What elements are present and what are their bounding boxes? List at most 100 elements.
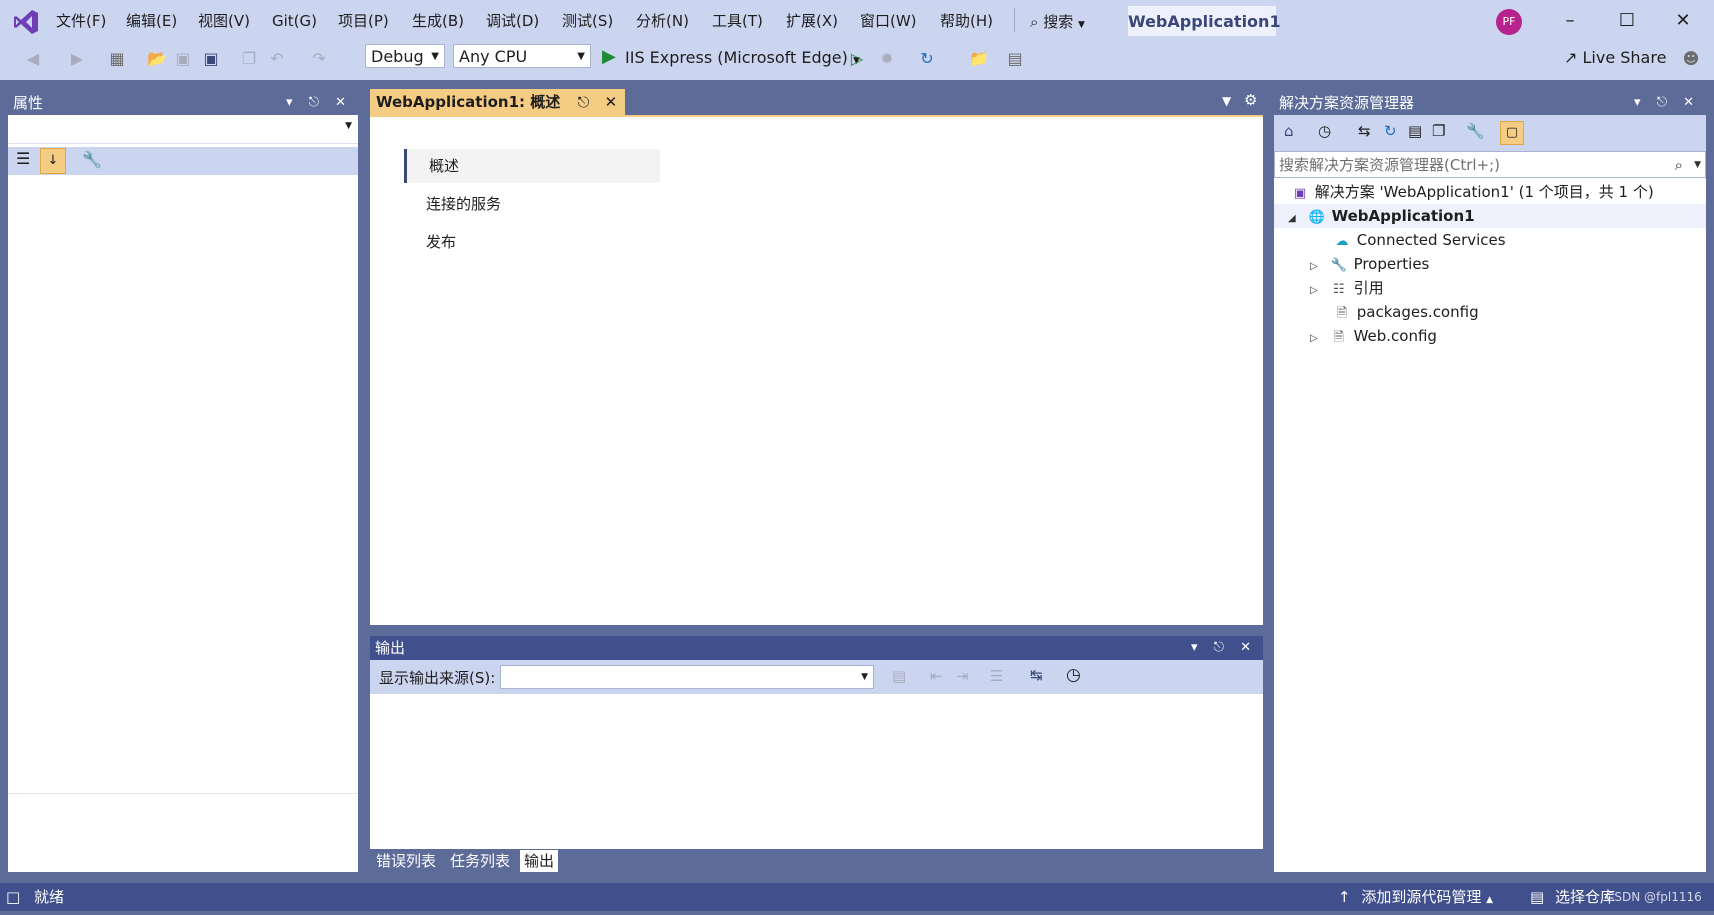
share-icon: ↗ [1564,48,1578,67]
minimize-button[interactable]: – [1555,8,1585,34]
show-all-files-icon[interactable]: ❐ [1432,122,1445,140]
tab-error-list[interactable]: 错误列表 [372,850,440,872]
solution-platform-dropdown[interactable]: Any CPU ▼ [453,44,591,68]
collapsed-arrow-icon[interactable]: ▷ [1310,327,1324,351]
chevron-down-icon: ▼ [1694,160,1701,170]
property-pages-icon[interactable]: 🔧 [82,150,102,169]
output-header: 输出 ▾ ⎋ ✕ [370,636,1263,660]
expanded-arrow-icon[interactable]: ◢ [1288,207,1302,231]
gear-icon[interactable]: ⚙ [1244,91,1257,109]
collapse-all-icon[interactable]: ▤ [1408,122,1422,140]
add-source-control-button[interactable]: ↑ 添加到源代码管理 ▲ [1338,883,1493,915]
avatar[interactable]: PF [1496,9,1522,35]
document-tab-label: WebApplication1: 概述 [376,93,561,111]
menu-tools[interactable]: 工具(T) [710,0,765,40]
clear-all-icon[interactable]: ☰ [990,667,1003,685]
solution-explorer-search-input[interactable]: 搜索解决方案资源管理器(Ctrl+;) ⌕ ▼ [1274,151,1706,178]
clock-icon[interactable]: ◷ [1066,665,1081,685]
tree-item-references[interactable]: ▷ ☷ 引用 [1310,276,1384,300]
tab-output[interactable]: 输出 [520,850,559,872]
find-message-icon[interactable]: ▤ [892,667,906,685]
refresh-icon[interactable]: ↻ [916,48,938,70]
output-text-area[interactable] [370,694,1263,849]
copy-icon[interactable]: ❐ [238,48,260,70]
menu-help[interactable]: 帮助(H) [938,0,995,40]
window-layout-icon[interactable]: ▤ [1004,48,1026,70]
menu-git[interactable]: Git(G) [270,0,319,40]
word-wrap-icon[interactable]: ↹ [1030,666,1043,684]
categorized-icon[interactable]: ☰ [16,149,30,168]
next-message-icon[interactable]: ⇥ [956,667,969,685]
tree-item-web-config[interactable]: ▷ 🗎 Web.config [1310,324,1437,348]
watermark-text: CSDN @fpl1116 [1606,890,1702,904]
save-all-icon[interactable]: ▣ [200,48,222,70]
redo-icon[interactable]: ↷ [308,48,330,70]
live-share-button[interactable]: ↗ Live Share [1564,44,1666,70]
start-without-debugging-icon[interactable]: ▷ [846,48,868,70]
nav-item-overview[interactable]: 概述 [404,149,660,183]
pin-icon[interactable]: ⎋ [578,93,590,111]
tab-overflow-icon[interactable]: ▼ [1222,94,1231,108]
tree-item-project[interactable]: ◢ 🌐 WebApplication1 [1274,204,1706,228]
menu-file[interactable]: 文件(F) [54,0,108,40]
undo-icon[interactable]: ↶ [266,48,288,70]
feedback-icon[interactable]: ☻ [1680,48,1702,70]
menu-extensions[interactable]: 扩展(X) [784,0,840,40]
alphabetical-icon[interactable]: ↓ [40,148,66,174]
save-icon[interactable]: ▣ [172,48,194,70]
menu-window[interactable]: 窗口(W) [858,0,919,40]
chevron-down-icon: ▼ [861,672,868,682]
panel-controls[interactable]: ▾ ⎋ ✕ [1634,91,1700,115]
output-source-dropdown[interactable]: ▼ [500,665,874,689]
arrow-up-icon: ↑ [1338,888,1351,906]
references-icon: ☷ [1332,282,1345,297]
solution-configuration-dropdown[interactable]: Debug ▼ [365,44,445,68]
preview-selected-icon[interactable]: ▢ [1500,121,1524,145]
panel-controls[interactable]: ▾ ⎋ ✕ [286,91,352,115]
add-source-control-label: 添加到源代码管理 [1361,888,1482,906]
home-icon[interactable]: ⌂ [1284,122,1294,140]
new-project-icon[interactable]: ▦ [106,48,128,70]
hot-reload-icon[interactable]: ✹ [876,48,898,70]
status-bar: □ 就绪 ↑ 添加到源代码管理 ▲ ▤ 选择仓库 CSDN @fpl1116 [0,883,1714,911]
panel-controls[interactable]: ▾ ⎋ ✕ [1191,636,1257,660]
tree-item-properties[interactable]: ▷ 🔧 Properties [1310,252,1429,276]
close-window-button[interactable]: ✕ [1668,8,1698,34]
tab-task-list[interactable]: 任务列表 [446,850,514,872]
pending-changes-icon[interactable]: ◷ [1318,122,1331,140]
properties-header: 属性 ▾ ⎋ ✕ [8,91,358,115]
open-folder-icon[interactable]: 📂 [146,48,168,70]
platform-value: Any CPU [459,47,528,66]
select-repository-button[interactable]: ▤ 选择仓库 [1530,883,1615,912]
collapsed-arrow-icon[interactable]: ▷ [1310,279,1324,303]
start-debugging-icon[interactable]: ▶ [602,46,616,67]
output-toolbar: 显示输出来源(S): ▼ ▤ ⇤ ⇥ ☰ ↹ ◷ [370,660,1263,694]
back-icon[interactable]: ◀ [22,48,44,70]
maximize-button[interactable]: ☐ [1612,8,1642,34]
menu-build[interactable]: 生成(B) [410,0,466,40]
menu-project[interactable]: 项目(P) [336,0,391,40]
refresh-icon[interactable]: ↻ [1384,122,1397,140]
nav-item-connected-services[interactable]: 连接的服务 [404,187,660,221]
menu-analyze[interactable]: 分析(N) [634,0,691,40]
nav-item-publish[interactable]: 发布 [404,225,660,259]
properties-icon[interactable]: 🔧 [1466,122,1485,140]
tree-item-connected-services[interactable]: ☁ Connected Services [1332,228,1506,252]
sync-icon[interactable]: ⇆ [1358,122,1371,140]
solution-title-badge[interactable]: WebApplication1 [1128,6,1281,36]
menu-test[interactable]: 测试(S) [560,0,615,40]
tree-item-solution[interactable]: ▣ 解决方案 'WebApplication1' (1 个项目，共 1 个) [1290,180,1654,204]
previous-message-icon[interactable]: ⇤ [930,667,943,685]
menu-debug[interactable]: 调试(D) [484,0,541,40]
menu-view[interactable]: 视图(V) [196,0,252,40]
properties-object-dropdown[interactable]: ▼ [8,115,358,144]
menu-edit[interactable]: 编辑(E) [124,0,179,40]
visual-studio-logo-icon[interactable] [12,8,40,36]
document-tab-overview[interactable]: WebApplication1: 概述 ⎋ ✕ [370,89,626,115]
forward-icon[interactable]: ▶ [66,48,88,70]
find-in-files-icon[interactable]: 📁 [968,48,990,70]
tree-item-packages-config[interactable]: 🗎 packages.config [1332,300,1479,324]
run-target-button[interactable]: IIS Express (Microsoft Edge) ▼ [625,44,860,70]
close-icon[interactable]: ✕ [605,93,618,111]
search-button[interactable]: ⌕ 搜索 ▼ [1030,10,1085,34]
